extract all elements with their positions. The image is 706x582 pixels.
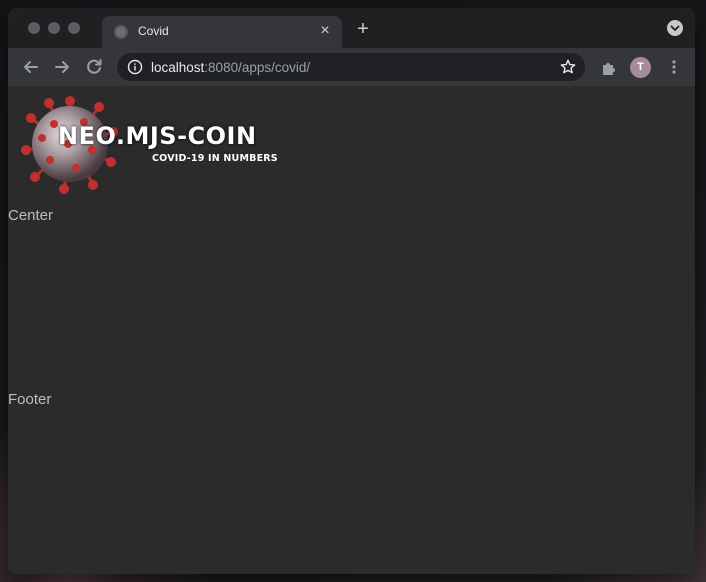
- logo-title: NEO.MJS-COIN: [58, 122, 257, 150]
- back-button[interactable]: [20, 56, 42, 78]
- globe-icon: [114, 25, 128, 39]
- avatar[interactable]: T: [630, 57, 651, 78]
- forward-button[interactable]: [51, 56, 73, 78]
- address-url[interactable]: localhost:8080/apps/covid/: [151, 60, 310, 75]
- url-path: :8080/apps/covid/: [204, 60, 311, 75]
- reload-icon: [87, 59, 102, 74]
- browser-toolbar: localhost:8080/apps/covid/ T: [8, 48, 695, 86]
- kebab-menu-icon[interactable]: [665, 58, 683, 76]
- zoom-window-button[interactable]: [68, 22, 80, 34]
- puzzle-icon[interactable]: [600, 59, 618, 77]
- browser-window: Covid × + localhost:8080/apps/covid/ T N…: [8, 8, 695, 574]
- footer-region-label: Footer: [8, 391, 52, 408]
- center-region-label: Center: [8, 207, 54, 224]
- star-icon[interactable]: [559, 58, 577, 76]
- close-window-button[interactable]: [28, 22, 40, 34]
- tab-covid[interactable]: Covid ×: [102, 16, 342, 48]
- address-bar[interactable]: localhost:8080/apps/covid/: [117, 53, 585, 81]
- page-viewport: NEO.MJS-COIN COVID-19 IN NUMBERS Center …: [8, 86, 695, 574]
- info-icon[interactable]: [127, 59, 143, 75]
- close-icon[interactable]: ×: [316, 22, 334, 40]
- reload-button[interactable]: [83, 56, 105, 78]
- chevron-down-icon[interactable]: [667, 20, 683, 36]
- app-header: NEO.MJS-COIN COVID-19 IN NUMBERS: [8, 86, 695, 206]
- minimize-window-button[interactable]: [48, 22, 60, 34]
- url-host: localhost: [151, 60, 205, 75]
- tab-title: Covid: [138, 24, 169, 38]
- title-bar: Covid × +: [8, 8, 695, 48]
- arrow-right-icon: [55, 61, 69, 73]
- logo-subtitle: COVID-19 IN NUMBERS: [152, 153, 278, 164]
- arrow-left-icon: [24, 61, 38, 73]
- new-tab-button[interactable]: +: [352, 18, 374, 40]
